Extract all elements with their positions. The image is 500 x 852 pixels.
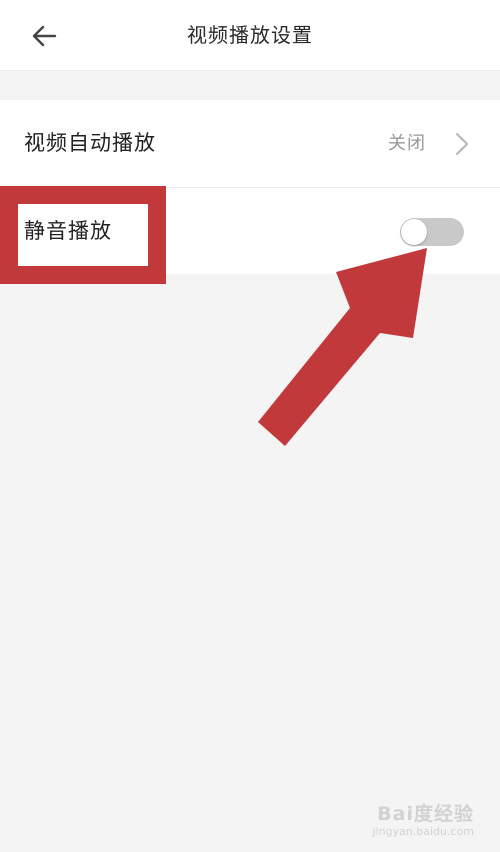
mute-play-label: 静音播放	[24, 219, 112, 243]
mute-play-setting-row: 静音播放	[0, 187, 500, 274]
page-title: 视频播放设置	[187, 23, 313, 47]
watermark-brand: Bai度经验	[377, 803, 474, 825]
autoplay-value: 关闭	[388, 133, 426, 154]
settings-list: 视频自动播放 关闭 静音播放	[0, 100, 500, 274]
watermark: Bai度经验 jingyan.baidu.com	[372, 803, 474, 838]
autoplay-label: 视频自动播放	[24, 131, 156, 155]
watermark-url: jingyan.baidu.com	[372, 825, 474, 838]
autoplay-setting-row[interactable]: 视频自动播放 关闭	[0, 100, 500, 187]
toggle-knob	[401, 219, 427, 245]
header-bar: 视频播放设置	[0, 0, 500, 71]
mute-play-toggle[interactable]	[400, 218, 464, 246]
chevron-right-icon	[456, 133, 468, 155]
